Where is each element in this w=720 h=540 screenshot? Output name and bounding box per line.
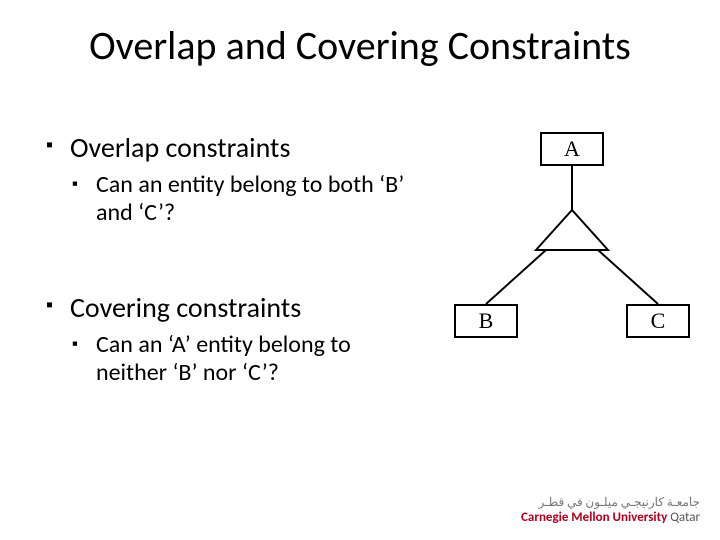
bullet-icon: ▪: [72, 334, 78, 353]
subbullet-covering: ▪ Can an ‘A’ entity belong to neither ‘B…: [72, 331, 406, 386]
slide: Overlap and Covering Constraints ▪ Overl…: [0, 0, 720, 540]
subbullet-overlap-text: Can an entity belong to both ‘B’ and ‘C’…: [96, 170, 404, 227]
entity-box-a: A: [540, 132, 604, 166]
content-block: ▪ Overlap constraints ▪ Can an entity be…: [46, 130, 406, 414]
bullet-overlap-text: Overlap constraints: [70, 130, 290, 165]
bullet-icon: ▪: [72, 174, 78, 193]
spacer: [46, 254, 406, 290]
subbullet-overlap: ▪ Can an entity belong to both ‘B’ and ‘…: [72, 171, 406, 226]
bullet-icon: ▪: [46, 293, 53, 317]
slide-title: Overlap and Covering Constraints: [0, 24, 720, 68]
isa-diagram: A B C: [440, 132, 700, 362]
footer-branding: جامعـة كارنيجـي ميلـون في قطـر Carnegie …: [521, 497, 700, 524]
bullet-overlap: ▪ Overlap constraints: [46, 130, 406, 165]
bullet-icon: ▪: [46, 133, 53, 157]
entity-box-b: B: [454, 304, 518, 338]
subbullet-covering-text: Can an ‘A’ entity belong to neither ‘B’ …: [96, 330, 351, 387]
footer-arabic: جامعـة كارنيجـي ميلـون في قطـر: [521, 497, 700, 509]
footer-brand: Carnegie Mellon University Qatar: [521, 511, 700, 524]
bullet-covering: ▪ Covering constraints: [46, 290, 406, 325]
footer-brand-name: Carnegie Mellon University: [521, 510, 670, 525]
entity-box-c: C: [626, 304, 690, 338]
bullet-covering-text: Covering constraints: [70, 290, 301, 325]
footer-campus: Qatar: [670, 510, 700, 525]
